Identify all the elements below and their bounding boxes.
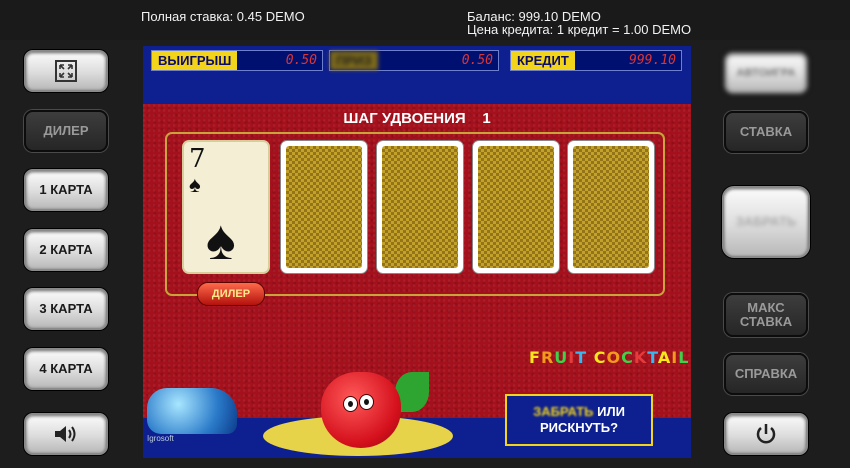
power-button[interactable] (724, 413, 808, 455)
logo-letter: C (621, 348, 634, 367)
fullscreen-button[interactable] (24, 50, 108, 92)
top-status-bar: Полная ставка: 0.45 DEMO Баланс: 999.10 … (0, 0, 850, 40)
prize-value: 0.50 (461, 53, 493, 68)
logo-letter: C (593, 348, 607, 367)
power-icon (754, 422, 778, 446)
logo-letter: A (657, 348, 672, 367)
logo-letter: T (647, 348, 658, 367)
ice-block-image (147, 388, 237, 434)
message-highlight: ЗАБРАТЬ (533, 404, 594, 419)
card-3-button[interactable]: 3 КАРТА (24, 288, 108, 330)
step-number: 1 (482, 110, 491, 127)
logo-letter (587, 348, 594, 367)
dealer-card-rank: 7 (189, 144, 206, 174)
dealer-badge: ДИЛЕР (197, 282, 265, 306)
help-button[interactable]: СПРАВКА (724, 353, 808, 395)
autoplay-button[interactable]: АВТОИГРА (724, 52, 808, 94)
strawberry-eye-left (343, 396, 358, 412)
credit-price-text: Цена кредита: 1 кредит = 1.00 DEMO (467, 22, 692, 37)
card-back-pattern (286, 146, 362, 268)
fruit-cocktail-logo: FRUIT COCKTAIL (529, 348, 689, 367)
max-bet-label-line-1: МАКС (747, 300, 785, 315)
logo-letter: L (678, 348, 690, 367)
dealer-card: 7 ♠ ♠ (182, 140, 270, 274)
collect-button[interactable]: ЗАБРАТЬ (722, 186, 810, 258)
max-bet-label-line-2: СТАВКА (739, 314, 793, 329)
prize-label: ПРИЗ (330, 51, 378, 70)
card-1-button[interactable]: 1 КАРТА (24, 169, 108, 211)
step-title-text: ШАГ УДВОЕНИЯ (343, 110, 466, 127)
win-display: ВЫИГРЫШ 0.50 (151, 50, 323, 71)
strawberry-character (321, 372, 401, 448)
card-4-button[interactable]: 4 КАРТА (24, 348, 108, 390)
card-back-pattern (573, 146, 649, 268)
player-card-4[interactable] (567, 140, 655, 274)
dealer-button[interactable]: ДИЛЕР (24, 110, 108, 152)
logo-letter: K (633, 348, 648, 367)
card-2-button[interactable]: 2 КАРТА (24, 229, 108, 271)
speaker-icon (53, 424, 79, 444)
logo-letter: U (554, 348, 569, 367)
max-bet-button[interactable]: МАКС СТАВКА (724, 293, 808, 337)
logo-letter: R (540, 348, 555, 367)
collect-label: ЗАБРАТЬ (735, 214, 797, 229)
double-step-title: ШАГ УДВОЕНИЯ 1 (143, 110, 691, 127)
game-screen: ВЫИГРЫШ 0.50 ПРИЗ 0.50 КРЕДИТ 999.10 ШАГ… (143, 46, 691, 458)
spade-icon-large: ♠ (206, 208, 236, 271)
message-line-2: РИСКНУТЬ? (539, 420, 619, 435)
player-card-2[interactable] (376, 140, 464, 274)
fullscreen-icon (55, 60, 77, 82)
bet-button[interactable]: СТАВКА (724, 111, 808, 153)
collect-or-risk-message: ЗАБРАТЬ ИЛИ РИСКНУТЬ? (505, 394, 653, 446)
win-value: 0.50 (285, 53, 317, 68)
logo-letter: O (606, 348, 622, 367)
win-label: ВЫИГРЫШ (152, 51, 238, 70)
credit-value: 999.10 (629, 53, 676, 68)
max-bet-label: МАКС СТАВКА (740, 301, 792, 329)
message-line-1: ИЛИ (593, 404, 625, 419)
spade-icon: ♠ (189, 172, 201, 197)
logo-letter: T (575, 348, 588, 367)
card-back-pattern (478, 146, 554, 268)
credit-display: КРЕДИТ 999.10 (510, 50, 682, 71)
player-card-1[interactable] (280, 140, 368, 274)
message-text: ЗАБРАТЬ ИЛИ РИСКНУТЬ? (533, 404, 625, 436)
logo-letter: F (529, 348, 541, 367)
credit-label: КРЕДИТ (511, 51, 575, 70)
player-card-3[interactable] (472, 140, 560, 274)
total-bet-text: Полная ставка: 0.45 DEMO (141, 9, 305, 24)
igrosoft-logo: Igrosoft (147, 434, 174, 443)
sound-button[interactable] (24, 413, 108, 455)
prize-display: ПРИЗ 0.50 (329, 50, 499, 71)
strawberry-eye-right (359, 394, 374, 410)
card-back-pattern (382, 146, 458, 268)
